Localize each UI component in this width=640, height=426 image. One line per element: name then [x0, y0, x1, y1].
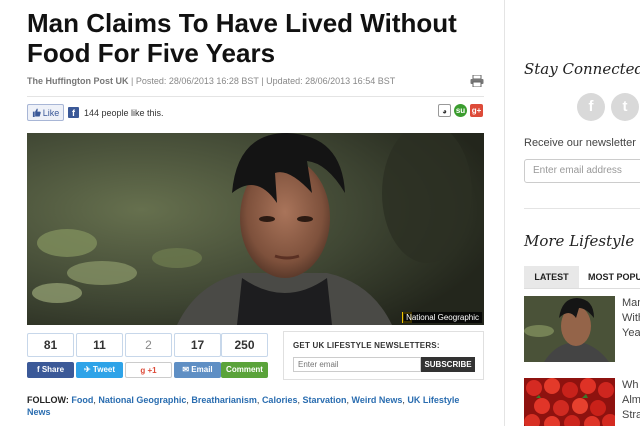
photo-man-portrait [27, 133, 484, 325]
sidebar-thumbnail-man[interactable] [524, 296, 615, 362]
comment-button[interactable]: Comment [221, 362, 268, 378]
stumbleupon-icon[interactable]: su [454, 104, 467, 117]
twitter-icon[interactable]: t [611, 93, 639, 121]
sidebar-thumbnail-strawberries[interactable] [524, 378, 615, 426]
newsletter-signup: GET UK LIFESTYLE NEWSLETTERS: SUBSCRIBE [283, 331, 484, 380]
share-icons: ◕ su g+ [438, 104, 483, 117]
newsletter-prompt: Receive our newsletter [524, 137, 636, 149]
reddit-icon[interactable]: ◕ [438, 104, 451, 117]
like-label: Like [42, 107, 60, 118]
byline-separator: | [258, 76, 267, 86]
byline-updated: Updated: 28/06/2013 16:54 BST [266, 76, 396, 86]
tag-link[interactable]: National Geographic [98, 395, 186, 405]
tag-link[interactable]: Calories [262, 395, 298, 405]
google-plus-button[interactable]: g +1 [125, 362, 172, 378]
google-plus-count: 2 [125, 333, 172, 357]
article-photo: National Geographic [27, 133, 484, 325]
byline-source[interactable]: The Huffington Post UK [27, 76, 128, 86]
more-lifestyle-heading: More Lifestyle [524, 232, 635, 250]
byline-divider [27, 96, 484, 97]
subscribe-button[interactable]: SUBSCRIBE [421, 357, 475, 372]
tag-link[interactable]: Weird News [352, 395, 403, 405]
comment-widget[interactable]: 250 Comment [221, 333, 268, 378]
tweet-count: 11 [76, 333, 123, 357]
newsletter-email-input[interactable] [293, 357, 421, 372]
twitter-share-widget[interactable]: 11 ✈ Tweet [76, 333, 123, 378]
byline-posted: Posted: 28/06/2013 16:28 BST [135, 76, 259, 86]
sidebar-story-title[interactable]: Wh Alm Stra [622, 378, 640, 423]
print-icon[interactable] [470, 75, 484, 87]
photo-credit: National Geographic [403, 312, 482, 323]
google-plus-icon[interactable]: g+ [470, 104, 483, 117]
article-headline: Man Claims To Have Lived Without Food Fo… [27, 8, 457, 68]
thumbnail-image [524, 296, 615, 362]
twitter-icon: ✈ [83, 365, 93, 374]
newsletter-title: GET UK LIFESTYLE NEWSLETTERS: [293, 341, 440, 350]
tab-underline [524, 288, 640, 289]
facebook-share-widget[interactable]: 81 f Share [27, 333, 74, 378]
sidebar-story-title[interactable]: Man With Yea [622, 296, 640, 341]
email-share-button[interactable]: ✉ Email [174, 362, 221, 378]
byline-separator: | [128, 76, 136, 86]
facebook-share-count: 81 [27, 333, 74, 357]
email-icon: ✉ [182, 365, 192, 374]
facebook-icon: f [68, 107, 79, 118]
facebook-icon[interactable]: f [577, 93, 605, 121]
comment-count: 250 [221, 333, 268, 357]
thumbs-up-icon [32, 108, 41, 117]
email-share-count: 17 [174, 333, 221, 357]
thumbnail-image [524, 378, 615, 426]
follow-label: FOLLOW: [27, 395, 69, 405]
sidebar-divider [524, 208, 640, 209]
tab-latest[interactable]: LATEST [524, 266, 579, 288]
google-plus-widget[interactable]: 2 g +1 [125, 333, 172, 378]
tweet-button[interactable]: ✈ Tweet [76, 362, 123, 378]
tag-link[interactable]: Breatharianism [191, 395, 257, 405]
article-byline: The Huffington Post UK | Posted: 28/06/2… [27, 76, 395, 86]
tag-link[interactable]: Food [71, 395, 93, 405]
column-divider [504, 0, 505, 426]
tab-most-popular[interactable]: MOST POPU [588, 266, 640, 288]
follow-tags: FOLLOW: Food, National Geographic, Breat… [27, 395, 460, 417]
facebook-share-button[interactable]: f Share [27, 362, 74, 378]
facebook-like-button[interactable]: Like [27, 104, 64, 121]
sidebar-email-input[interactable]: Enter email address [524, 159, 640, 183]
like-count: 144 people like this. [84, 108, 164, 118]
tag-link[interactable]: Starvation [302, 395, 346, 405]
stay-connected-heading: Stay Connected [524, 60, 640, 78]
email-share-widget[interactable]: 17 ✉ Email [174, 333, 221, 378]
